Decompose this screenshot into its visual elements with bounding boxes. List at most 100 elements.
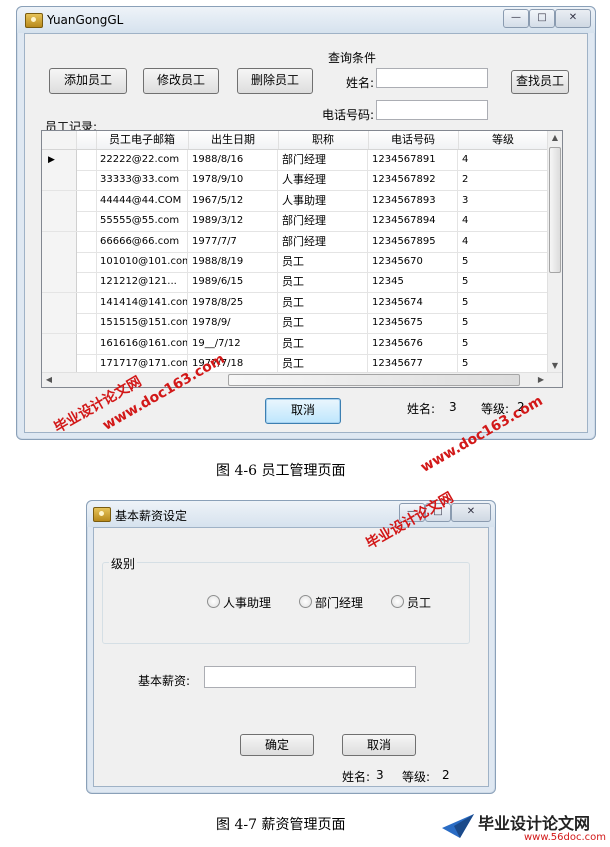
delete-employee-button[interactable]: 删除员工: [237, 68, 313, 94]
column-header-email[interactable]: 员工电子邮箱: [96, 131, 189, 149]
maximize-icon[interactable]: □: [529, 9, 555, 28]
table-cell[interactable]: 151515@151.com: [96, 313, 188, 334]
table-cell[interactable]: 44444@44.COM: [96, 190, 188, 211]
phone-input[interactable]: [376, 100, 488, 120]
row-header[interactable]: ▶: [42, 150, 77, 170]
table-row[interactable]: 151515@151.com 1978/9/员工 12345675 5: [42, 313, 548, 335]
salary-input[interactable]: [204, 666, 416, 688]
column-header-level[interactable]: 等级: [458, 131, 549, 149]
row-header[interactable]: [42, 272, 77, 293]
table-cell[interactable]: 部门经理: [278, 150, 368, 170]
vertical-scrollbar[interactable]: ▲ ▼: [547, 131, 562, 373]
table-cell[interactable]: 19__/7/12: [188, 333, 278, 354]
row-checkbox-cell[interactable]: [76, 211, 97, 232]
row-checkbox-cell[interactable]: [76, 313, 97, 334]
table-cell[interactable]: 121212@121...: [96, 272, 188, 293]
row-checkbox-cell[interactable]: [76, 231, 97, 252]
table-row[interactable]: 44444@44.COM 1967/5/12 人事助理 1234567893 3: [42, 190, 548, 212]
radio-employee[interactable]: [391, 595, 404, 608]
table-cell[interactable]: 1989/3/12: [188, 211, 278, 232]
table-cell[interactable]: 12345674: [368, 292, 458, 313]
table-cell[interactable]: 1234567891: [368, 150, 458, 170]
table-cell[interactable]: 1234567892: [368, 170, 458, 191]
row-header[interactable]: [42, 190, 77, 211]
title-bar[interactable]: YuanGongGL — □ ✕: [17, 7, 595, 33]
row-checkbox-cell[interactable]: [76, 292, 97, 313]
table-cell[interactable]: 101010@101.com: [96, 252, 188, 272]
close-icon-2[interactable]: ✕: [451, 503, 491, 522]
table-cell[interactable]: 1234567895: [368, 231, 458, 252]
table-row[interactable]: 141414@141.com 1978/8/25 员工 12345674 5: [42, 292, 548, 314]
table-cell[interactable]: 1988/8/16: [188, 150, 278, 170]
row-header[interactable]: [42, 231, 77, 252]
table-row[interactable]: 121212@121... 1989/6/15 员工 12345 5: [42, 272, 548, 294]
table-row[interactable]: 55555@55.com 1989/3/12 部门经理 1234567894 4: [42, 211, 548, 233]
table-cell[interactable]: 5: [458, 292, 548, 313]
vertical-scroll-thumb[interactable]: [549, 147, 561, 273]
table-cell[interactable]: 5: [458, 252, 548, 272]
table-cell[interactable]: 1978/9/10: [188, 170, 278, 191]
find-employee-button[interactable]: 查找员工: [511, 70, 569, 94]
table-cell[interactable]: 员工: [278, 292, 368, 313]
table-cell[interactable]: 1234567894: [368, 211, 458, 232]
column-header-phone[interactable]: 电话号码: [368, 131, 459, 149]
table-row[interactable]: 101010@101.com 1988/8/19 员工 12345670 5: [42, 252, 548, 273]
table-cell[interactable]: 1988/8/19: [188, 252, 278, 272]
row-checkbox-cell[interactable]: [76, 150, 97, 170]
table-row[interactable]: ▶ 22222@22.com 1988/8/16 部门经理 1234567891 4: [42, 150, 548, 171]
row-checkbox-cell[interactable]: [76, 170, 97, 191]
row-header[interactable]: [42, 211, 77, 232]
row-header[interactable]: [42, 333, 77, 354]
table-cell[interactable]: 员工: [278, 333, 368, 354]
table-cell[interactable]: 4: [458, 231, 548, 252]
table-cell[interactable]: 员工: [278, 252, 368, 272]
horizontal-scroll-thumb[interactable]: [228, 374, 520, 386]
row-checkbox-cell[interactable]: [76, 333, 97, 354]
table-cell[interactable]: 4: [458, 150, 548, 170]
cancel-button[interactable]: 取消: [265, 398, 341, 424]
table-cell[interactable]: 171717@171.com: [96, 354, 188, 374]
table-cell[interactable]: 5: [458, 333, 548, 354]
column-header-birthdate[interactable]: 出生日期: [188, 131, 279, 149]
table-cell[interactable]: 员工: [278, 272, 368, 293]
row-checkbox-cell[interactable]: [76, 190, 97, 211]
table-cell[interactable]: 1967/5/12: [188, 190, 278, 211]
add-employee-button[interactable]: 添加员工: [49, 68, 127, 94]
scroll-up-icon[interactable]: ▲: [548, 131, 562, 145]
table-row[interactable]: 161616@161.com 19__/7/12 员工 12345676 5: [42, 333, 548, 355]
row-checkbox-cell[interactable]: [76, 272, 97, 293]
table-row[interactable]: 33333@33.com 1978/9/10 人事经理 1234567892 2: [42, 170, 548, 192]
row-header[interactable]: [42, 292, 77, 313]
table-cell[interactable]: 12345677: [368, 354, 458, 374]
ok-button[interactable]: 确定: [240, 734, 314, 756]
cancel-button-2[interactable]: 取消: [342, 734, 416, 756]
scroll-right-icon[interactable]: ▶: [534, 373, 548, 387]
table-cell[interactable]: 12345676: [368, 333, 458, 354]
table-cell[interactable]: 4: [458, 211, 548, 232]
table-cell[interactable]: 3: [458, 190, 548, 211]
scroll-down-icon[interactable]: ▼: [548, 359, 562, 373]
employee-table[interactable]: 员工电子邮箱 出生日期 职称 电话号码 等级 ▶ 22222@22.com 1988…: [41, 130, 563, 388]
table-cell[interactable]: 12345670: [368, 252, 458, 272]
table-cell[interactable]: 5: [458, 354, 548, 374]
table-cell[interactable]: 161616@161.com: [96, 333, 188, 354]
row-header[interactable]: [42, 313, 77, 334]
name-input[interactable]: [376, 68, 488, 88]
table-cell[interactable]: 1977/7/7: [188, 231, 278, 252]
table-cell[interactable]: 部门经理: [278, 231, 368, 252]
table-cell[interactable]: 12345: [368, 272, 458, 293]
row-header[interactable]: [42, 252, 77, 272]
edit-employee-button[interactable]: 修改员工: [143, 68, 219, 94]
table-cell[interactable]: 141414@141.com: [96, 292, 188, 313]
radio-label-dept-manager[interactable]: 部门经理: [315, 594, 363, 611]
table-cell[interactable]: 22222@22.com: [96, 150, 188, 170]
scroll-left-icon[interactable]: ◀: [42, 373, 56, 387]
table-cell[interactable]: 55555@55.com: [96, 211, 188, 232]
radio-label-employee[interactable]: 员工: [407, 594, 431, 611]
row-header[interactable]: [42, 354, 77, 374]
table-cell[interactable]: 部门经理: [278, 211, 368, 232]
table-cell[interactable]: 员工: [278, 354, 368, 374]
table-cell[interactable]: 1989/6/15: [188, 272, 278, 293]
table-cell[interactable]: 人事经理: [278, 170, 368, 191]
close-icon[interactable]: ✕: [555, 9, 591, 28]
